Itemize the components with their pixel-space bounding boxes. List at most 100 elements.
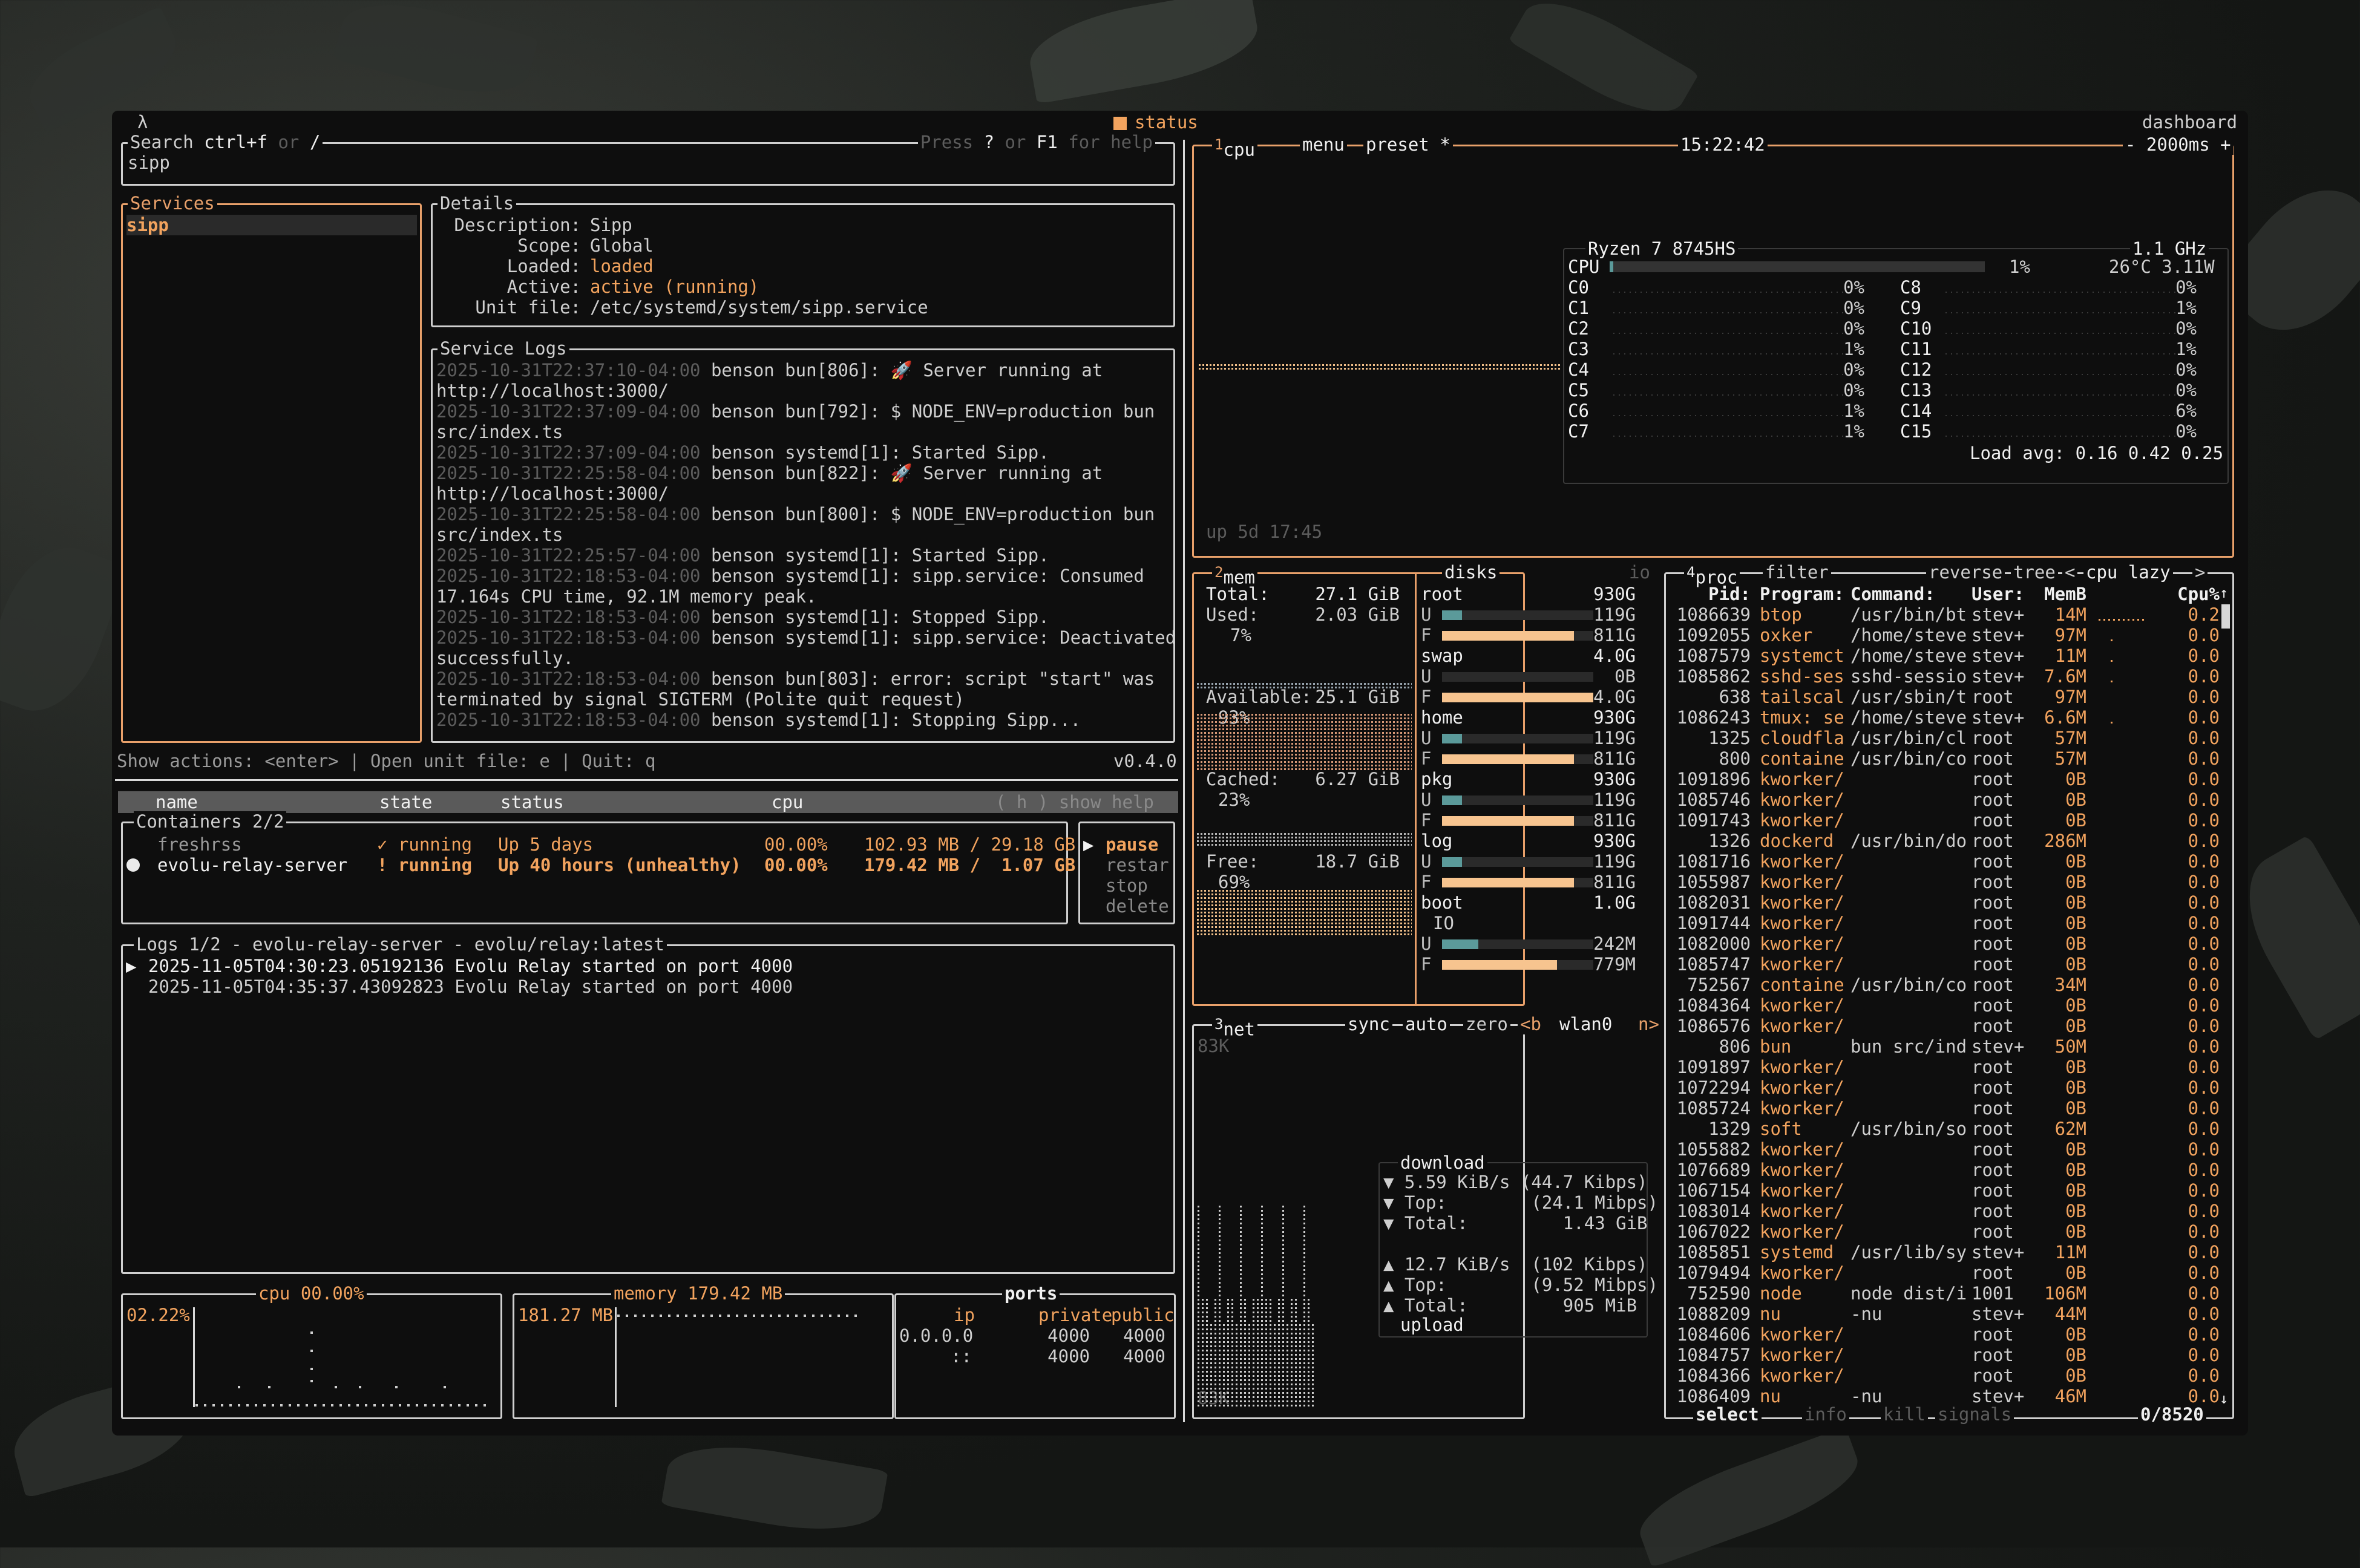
column-status[interactable]: status bbox=[500, 792, 564, 812]
proc-row[interactable]: 1086409 nu -nu stev+ 46M 0.0 bbox=[1666, 1386, 2220, 1406]
proc-row[interactable]: 1091744 kworker/root 0B 0.0 bbox=[1666, 913, 2220, 933]
log-line[interactable]: 2025-10-31T22:18:53-04:00 benson bun[803… bbox=[436, 668, 1155, 689]
log-line[interactable]: 2025-10-31T22:18:53-04:00 benson systemd… bbox=[436, 710, 1081, 730]
proc-row[interactable]: 1092055 oxker/home/steve stev+ 97M 0.0 bbox=[1666, 625, 2220, 645]
proc-row[interactable]: 1084757 kworker/root 0B 0.0 bbox=[1666, 1345, 2220, 1365]
proc-row[interactable]: 1082031 kworker/root 0B 0.0 bbox=[1666, 892, 2220, 913]
proc-row[interactable]: 1091897 kworker/root 0B 0.0 bbox=[1666, 1057, 2220, 1077]
proc-scrollbar[interactable] bbox=[2221, 604, 2230, 629]
log-line[interactable]: 2025-10-31T22:25:58-04:00 benson bun[800… bbox=[436, 504, 1155, 524]
restart-button[interactable]: restar bbox=[1106, 855, 1169, 875]
tab-preset[interactable]: preset * bbox=[1363, 134, 1453, 155]
search-input[interactable]: sipp bbox=[128, 152, 170, 173]
log-line[interactable]: 2025-10-31T22:37:09-04:00 benson systemd… bbox=[436, 442, 1049, 463]
log-line[interactable]: 2025-10-31T22:37:10-04:00 benson bun[806… bbox=[436, 360, 1103, 381]
proc-row[interactable]: 1085851 systemd/usr/lib/sy stev+ 11M 0.0 bbox=[1666, 1242, 2220, 1263]
log-line[interactable]: 2025-10-31T22:37:09-04:00 benson bun[792… bbox=[436, 401, 1155, 422]
proc-filter[interactable]: filter bbox=[1763, 562, 1831, 583]
proc-row[interactable]: 1072294 kworker/root 0B 0.0 bbox=[1666, 1077, 2220, 1098]
proc-row[interactable]: 1055987 kworker/root 0B 0.0 bbox=[1666, 872, 2220, 892]
log-line[interactable]: 2025-10-31T22:18:53-04:00 benson systemd… bbox=[436, 607, 1049, 627]
proc-header[interactable]: Program: bbox=[1760, 584, 1844, 604]
delete-button[interactable]: delete bbox=[1106, 896, 1169, 916]
proc-header[interactable]: Cpu% bbox=[2153, 584, 2220, 604]
proc-row[interactable]: 800 containe/usr/bin/co root 57M 0.0 bbox=[1666, 748, 2220, 769]
proc-row[interactable]: 1084364 kworker/root 0B 0.0 bbox=[1666, 995, 2220, 1016]
proc-tree-toggle[interactable]: tree bbox=[2011, 562, 2058, 583]
log-line[interactable]: http://localhost:3000/ bbox=[436, 483, 669, 504]
proc-row[interactable]: 1325 cloudfla/usr/bin/cl root 57M 0.0 bbox=[1666, 728, 2220, 748]
proc-row[interactable]: 1085746 kworker/root 0B 0.0 bbox=[1666, 789, 2220, 810]
proc-row[interactable]: 1084606 kworker/root 0B 0.0 bbox=[1666, 1324, 2220, 1345]
proc-sort-next[interactable]: > bbox=[2192, 562, 2208, 583]
column-name[interactable]: name bbox=[156, 792, 198, 812]
log-line[interactable]: 2025-11-05T04:35:37.43092823 Evolu Relay… bbox=[148, 976, 793, 997]
proc-reverse-toggle[interactable]: reverse bbox=[1926, 562, 2005, 583]
proc-row[interactable]: 638 tailscal/usr/sbin/t root 97M 0.0 bbox=[1666, 687, 2220, 707]
proc-row[interactable]: 1081716 kworker/root 0B 0.0 bbox=[1666, 851, 2220, 872]
proc-row[interactable]: 1076689 kworker/root 0B 0.0 bbox=[1666, 1160, 2220, 1180]
proc-row[interactable]: 1082000 kworker/root 0B 0.0 bbox=[1666, 933, 2220, 954]
pause-button[interactable]: pause bbox=[1106, 834, 1158, 855]
log-line[interactable]: 2025-11-05T04:30:23.05192136 Evolu Relay… bbox=[148, 956, 793, 976]
net-prev-interface[interactable]: <b bbox=[1518, 1014, 1544, 1034]
proc-row[interactable]: 1329 soft/usr/bin/so root 62M 0.0 bbox=[1666, 1119, 2220, 1139]
proc-row[interactable]: 752567 containe/usr/bin/co root 34M 0.0 bbox=[1666, 975, 2220, 995]
log-line[interactable]: 17.164s CPU time, 92.1M memory peak. bbox=[436, 586, 817, 607]
log-line[interactable]: 2025-10-31T22:25:57-04:00 benson systemd… bbox=[436, 545, 1049, 566]
proc-row[interactable]: 1085747 kworker/root 0B 0.0 bbox=[1666, 954, 2220, 975]
proc-row[interactable]: 1091896 kworker/root 0B 0.0 bbox=[1666, 769, 2220, 789]
scroll-down-icon[interactable]: ↓ bbox=[2220, 1388, 2228, 1409]
service-item-sipp[interactable]: sipp bbox=[126, 215, 417, 235]
tab-cpu[interactable]: cpu bbox=[1224, 140, 1255, 160]
proc-row[interactable]: 1079494 kworker/root 0B 0.0 bbox=[1666, 1263, 2220, 1283]
log-line[interactable]: src/index.ts bbox=[436, 524, 563, 545]
proc-row[interactable]: 1086639 btop/usr/bin/bt stev+ 14M 0.2 bbox=[1666, 604, 2220, 625]
scroll-up-icon[interactable]: ↑ bbox=[2220, 583, 2228, 603]
log-line[interactable]: 2025-10-31T22:18:53-04:00 benson systemd… bbox=[436, 627, 1176, 648]
log-line[interactable]: 2025-10-31T22:25:58-04:00 benson bun[822… bbox=[436, 463, 1103, 483]
proc-row[interactable]: 1084366 kworker/root 0B 0.0 bbox=[1666, 1365, 2220, 1386]
net-auto-toggle[interactable]: auto bbox=[1403, 1014, 1450, 1034]
proc-row[interactable]: 1087579 systemct/home/steve stev+ 11M 0.0 bbox=[1666, 645, 2220, 666]
column-state[interactable]: state bbox=[379, 792, 432, 812]
log-line[interactable]: terminated by signal SIGTERM (Polite qui… bbox=[436, 689, 965, 710]
proc-row[interactable]: 1091743 kworker/root 0B 0.0 bbox=[1666, 810, 2220, 831]
proc-row[interactable]: 1086576 kworker/root 0B 0.0 bbox=[1666, 1016, 2220, 1036]
proc-kill[interactable]: kill bbox=[1881, 1404, 1928, 1425]
search-box[interactable]: Search ctrl+f or / Press ? or F1 for hel… bbox=[121, 132, 1175, 186]
stop-button[interactable]: stop bbox=[1106, 875, 1148, 896]
proc-row[interactable]: 1085724 kworker/root 0B 0.0 bbox=[1666, 1098, 2220, 1119]
proc-row[interactable]: 1067022 kworker/root 0B 0.0 bbox=[1666, 1221, 2220, 1242]
proc-row[interactable]: 1055882 kworker/root 0B 0.0 bbox=[1666, 1139, 2220, 1160]
log-line[interactable]: src/index.ts bbox=[436, 422, 563, 442]
net-sync-toggle[interactable]: sync bbox=[1345, 1014, 1392, 1034]
proc-header[interactable]: MemB bbox=[2026, 584, 2086, 604]
proc-row[interactable]: 806 bun bun src/ind stev+ 50M 0.0 bbox=[1666, 1036, 2220, 1057]
proc-select[interactable]: select bbox=[1693, 1404, 1762, 1425]
log-line[interactable]: successfully. bbox=[436, 648, 574, 668]
proc-signals[interactable]: signals bbox=[1935, 1404, 2014, 1425]
proc-row[interactable]: 1085862 sshd-ses sshd-sessio stev+ 7.6M 0.0 bbox=[1666, 666, 2220, 687]
proc-header[interactable]: Pid: bbox=[1666, 584, 1751, 604]
log-line[interactable]: 2025-10-31T22:18:53-04:00 benson systemd… bbox=[436, 566, 1144, 586]
proc-row[interactable]: 1067154 kworker/root 0B 0.0 bbox=[1666, 1180, 2220, 1201]
column-cpu[interactable]: cpu bbox=[772, 792, 803, 812]
proc-header[interactable]: User: bbox=[1972, 584, 2024, 604]
proc-sort-prev[interactable]: < bbox=[2062, 562, 2078, 583]
proc-info[interactable]: info bbox=[1802, 1404, 1849, 1425]
proc-row[interactable]: 1086243 tmux: se/home/steve stev+ 6.6M 0.0 bbox=[1666, 707, 2220, 728]
proc-row[interactable]: 1326 dockerd/usr/bin/do root 286M 0.0 bbox=[1666, 831, 2220, 851]
net-zero-toggle[interactable]: zero bbox=[1463, 1014, 1510, 1034]
container-row-freshrss[interactable]: freshrss ✓ running Up 5 days 00.00% 102.… bbox=[123, 834, 1075, 855]
proc-row[interactable]: 1088209 nu -nu stev+ 44M 0.0 bbox=[1666, 1304, 2220, 1324]
tab-menu[interactable]: menu bbox=[1300, 134, 1347, 155]
io-toggle[interactable]: io bbox=[1627, 562, 1653, 583]
update-interval[interactable]: - 2000ms + bbox=[2123, 134, 2234, 155]
proc-row[interactable]: 1083014 kworker/root 0B 0.0 bbox=[1666, 1201, 2220, 1221]
container-row-evolu-relay-server[interactable]: evolu-relay-server ! running Up 40 hours… bbox=[123, 855, 1075, 875]
log-line[interactable]: http://localhost:3000/ bbox=[436, 381, 669, 401]
proc-header[interactable]: Command: bbox=[1850, 584, 1935, 604]
net-next-interface[interactable]: n> bbox=[1636, 1014, 1662, 1034]
proc-row[interactable]: 752590 node node dist/i 1001 106M 0.0 bbox=[1666, 1283, 2220, 1304]
